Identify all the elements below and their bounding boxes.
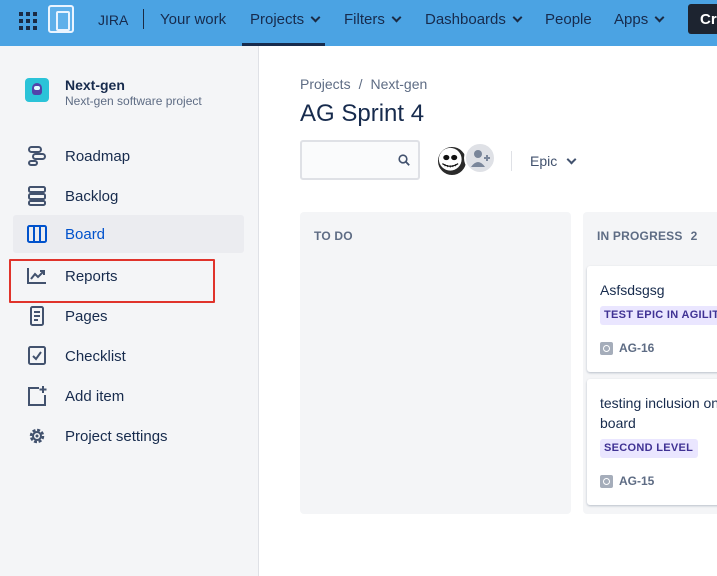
issue-key: AG-16 [600,341,654,355]
pages-icon [30,306,44,326]
epic-lozenge: SECOND LEVEL [600,439,699,458]
add-people-button[interactable] [464,142,496,174]
checklist-icon [28,346,46,365]
nav-filters-label: Filters [344,11,385,28]
nav-your-work-label: Your work [160,11,227,28]
issue-summary: testing inclusion on board [600,395,717,431]
roadmap-icon [28,146,46,166]
nav-people-label: People [545,11,592,28]
sidebar-item-label: Checklist [65,348,126,365]
column-issue-count: 2 [690,229,698,243]
sidebar-item-label: Board [65,226,106,243]
chevron-down-icon [310,14,320,24]
board-column-todo: TO DO [300,212,571,514]
nav-filters[interactable]: Filters [344,11,401,28]
sidebar-item-label: Pages [65,308,108,325]
sidebar-item-checklist[interactable]: Checklist [13,337,244,375]
nav-apps-label: Apps [614,11,649,28]
chevron-down-icon [566,156,576,166]
board-column-in-progress: IN PROGRESS 2 Asfsdsgsg TEST EPIC IN AGIL… [583,212,717,514]
search-icon [398,154,410,166]
column-title-label: IN PROGRESS [597,229,683,243]
nav-divider [143,9,144,29]
project-type: Next-gen software project [65,94,202,108]
issue-card[interactable]: testing inclusion on board SECOND LEVEL … [587,379,717,505]
jira-brand-label[interactable]: JIRA [98,12,128,28]
column-title: IN PROGRESS 2 [597,229,697,243]
sidebar-item-project-settings[interactable]: Project settings [13,417,244,455]
nav-dashboards[interactable]: Dashboards [425,11,522,28]
breadcrumb-projects[interactable]: Projects [300,76,351,92]
nav-dashboards-label: Dashboards [425,11,506,28]
epic-filter-label: Epic [530,153,558,169]
reports-highlight-box [9,259,215,303]
chevron-down-icon [512,14,522,24]
sidebar-item-label: Roadmap [65,148,131,165]
task-icon [600,341,613,355]
add-item-icon [28,386,47,406]
chevron-down-icon [654,14,664,24]
board-icon [27,225,47,243]
add-person-icon [471,150,490,167]
sidebar-item-roadmap[interactable]: Roadmap [13,137,244,175]
nav-your-work[interactable]: Your work [160,11,226,28]
app-switcher-icon[interactable] [19,12,37,30]
issue-key-label: AG-15 [619,474,655,488]
sidebar-item-label: Add item [65,388,125,405]
nav-projects[interactable]: Projects [250,11,320,28]
avatar[interactable] [436,145,468,177]
task-icon [600,474,613,488]
epic-lozenge: TEST EPIC IN AGILIT [600,306,717,325]
breadcrumb-next-gen[interactable]: Next-gen [370,76,427,92]
chevron-down-icon [391,14,401,24]
epic-filter-dropdown[interactable]: Epic [530,153,576,169]
issue-key: AG-15 [600,474,654,488]
sidebar-item-board[interactable]: Board [13,215,244,253]
top-navigation: JIRA Your work Projects Filters Dashboar… [0,0,717,46]
board-search[interactable] [300,140,420,180]
sidebar-item-label: Project settings [65,428,168,445]
jira-logo-icon[interactable] [48,5,74,33]
project-sidebar: Next-gen Next-gen software project Roadm… [0,46,259,576]
issue-summary: Asfsdsgsg [600,282,665,298]
column-title: TO DO [314,229,353,243]
backlog-icon [28,186,46,206]
sidebar-item-add-item[interactable]: Add item [13,377,244,415]
issue-key-label: AG-16 [619,341,655,355]
column-title-label: TO DO [314,229,353,243]
breadcrumb-separator: / [358,76,363,92]
page-title: AG Sprint 4 [300,100,425,127]
nav-projects-label: Projects [250,11,305,28]
issue-card[interactable]: Asfsdsgsg TEST EPIC IN AGILIT AG-16 [587,266,717,372]
project-avatar[interactable] [25,78,49,102]
sidebar-item-label: Backlog [65,188,119,205]
search-input[interactable] [302,142,392,178]
gear-icon [29,428,45,444]
sidebar-item-backlog[interactable]: Backlog [13,177,244,215]
create-button[interactable]: Create [688,4,717,34]
skull-avatar-icon [438,147,462,171]
nav-people[interactable]: People [545,11,592,28]
breadcrumb: Projects / Next-gen [300,76,427,92]
project-name[interactable]: Next-gen [65,77,125,93]
nav-apps[interactable]: Apps [614,11,664,28]
filter-divider [511,151,512,171]
